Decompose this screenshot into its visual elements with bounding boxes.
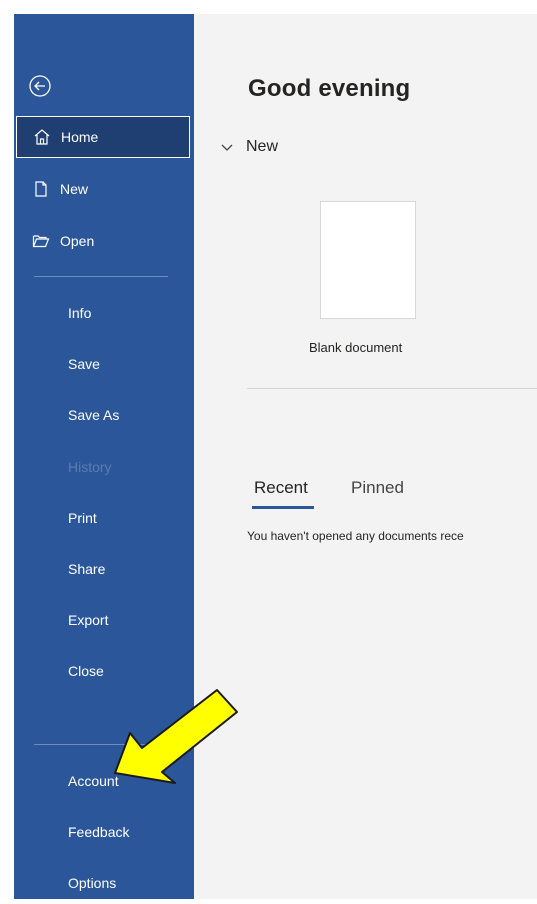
sidebar-item-open[interactable]: Open xyxy=(16,220,190,262)
sidebar-item-label: Account xyxy=(68,773,119,789)
sidebar-item-label: Export xyxy=(68,612,109,628)
empty-recent-message: You haven't opened any documents rece xyxy=(247,529,464,543)
sidebar-item-share[interactable]: Share xyxy=(16,548,190,590)
sidebar-item-label: Save As xyxy=(68,407,120,423)
sidebar-item-label: History xyxy=(68,459,112,475)
sidebar-item-home[interactable]: Home xyxy=(16,116,190,158)
sidebar-item-label: Print xyxy=(68,510,97,526)
sidebar-item-options[interactable]: Options xyxy=(16,862,190,904)
home-icon xyxy=(33,128,51,146)
main-content: Good evening New Blank document Recent P… xyxy=(194,14,537,899)
sidebar-item-save[interactable]: Save xyxy=(16,343,190,385)
sidebar-item-label: Home xyxy=(61,129,99,145)
blank-document-thumbnail[interactable] xyxy=(320,201,416,319)
back-arrow-icon[interactable] xyxy=(28,74,52,98)
sidebar-item-label: Close xyxy=(68,663,104,679)
sidebar-item-label: Feedback xyxy=(68,824,130,840)
sidebar-item-print[interactable]: Print xyxy=(16,497,190,539)
sidebar-item-label: Share xyxy=(68,561,106,577)
section-divider xyxy=(247,388,537,389)
sidebar-item-history: History xyxy=(16,446,190,488)
tab-recent[interactable]: Recent xyxy=(254,478,308,498)
sidebar-divider xyxy=(34,276,168,277)
sidebar-item-label: New xyxy=(60,181,89,197)
active-tab-indicator xyxy=(252,506,314,509)
sidebar-item-info[interactable]: Info xyxy=(16,292,190,334)
sidebar-item-close[interactable]: Close xyxy=(16,650,190,692)
sidebar-item-label: Info xyxy=(68,305,92,321)
sidebar-item-save-as[interactable]: Save As xyxy=(16,394,190,436)
chevron-down-icon xyxy=(220,140,234,154)
new-section-toggle[interactable]: New xyxy=(220,138,278,156)
sidebar-item-label: Save xyxy=(68,356,100,372)
new-section-label: New xyxy=(246,138,279,155)
sidebar-item-new[interactable]: New xyxy=(16,168,190,210)
tab-pinned[interactable]: Pinned xyxy=(351,478,404,498)
sidebar-item-label: Open xyxy=(60,233,95,249)
open-folder-icon xyxy=(32,232,50,250)
sidebar-item-label: Options xyxy=(68,875,117,891)
new-document-icon xyxy=(32,180,50,198)
page-title: Good evening xyxy=(248,75,411,102)
annotation-arrow-icon xyxy=(114,689,238,784)
sidebar-item-export[interactable]: Export xyxy=(16,599,190,641)
blank-document-label: Blank document xyxy=(309,340,403,355)
sidebar-item-feedback[interactable]: Feedback xyxy=(16,811,190,853)
